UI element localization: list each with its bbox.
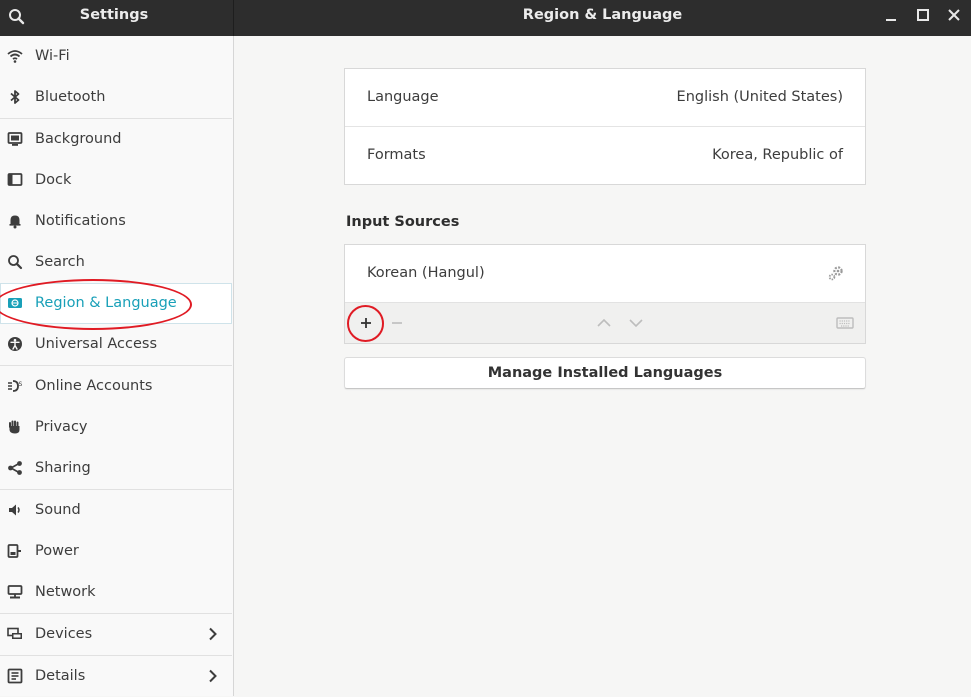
- sidebar: Wi-Fi Bluetooth Background Dock Notifica…: [0, 36, 234, 696]
- universal-access-icon: [8, 337, 22, 351]
- chevron-right-icon: [209, 627, 217, 641]
- details-icon: [7, 668, 23, 684]
- hand-icon: [9, 420, 20, 434]
- devices-icon: [7, 627, 22, 639]
- manage-installed-languages-button[interactable]: Manage Installed Languages: [344, 357, 866, 389]
- network-icon: [7, 585, 23, 599]
- gear-icon[interactable]: [827, 264, 845, 282]
- language-value: English (United States): [676, 89, 843, 105]
- sidebar-item-label: Sound: [35, 502, 81, 518]
- header-bar: Settings Region & Language: [0, 0, 971, 36]
- sidebar-item-network[interactable]: Network: [0, 572, 232, 613]
- formats-label: Formats: [367, 147, 426, 163]
- sidebar-item-label: Devices: [35, 626, 93, 642]
- page-title: Region & Language: [522, 7, 683, 23]
- share-icon: [8, 461, 22, 475]
- app-title: Settings: [79, 7, 149, 23]
- sidebar-item-search[interactable]: Search: [0, 242, 232, 283]
- sidebar-item-sound[interactable]: Sound: [0, 490, 232, 531]
- sidebar-item-universal-access[interactable]: Universal Access: [0, 324, 232, 365]
- background-icon: [7, 132, 23, 146]
- input-sources-panel: Korean (Hangul): [344, 244, 866, 344]
- sidebar-item-label: Search: [35, 254, 85, 270]
- sidebar-item-power[interactable]: Power: [0, 531, 232, 572]
- sidebar-item-label: Power: [35, 543, 79, 559]
- sidebar-item-label: Privacy: [35, 419, 88, 435]
- formats-value: Korea, Republic of: [712, 147, 843, 163]
- sidebar-item-background[interactable]: Background: [0, 119, 232, 160]
- sidebar-item-label: Online Accounts: [35, 378, 153, 394]
- sidebar-item-label: Background: [35, 131, 122, 147]
- close-icon[interactable]: [944, 6, 964, 24]
- bluetooth-icon: [10, 90, 20, 104]
- bell-icon: [9, 215, 21, 229]
- add-icon[interactable]: [356, 313, 376, 333]
- keyboard-icon[interactable]: [835, 313, 855, 333]
- sidebar-item-sharing[interactable]: Sharing: [0, 448, 232, 489]
- sidebar-item-online-accounts[interactable]: S Online Accounts: [0, 366, 232, 407]
- input-source-row[interactable]: Korean (Hangul): [345, 245, 865, 302]
- main-content: Language English (United States) Formats…: [234, 36, 971, 696]
- sidebar-item-label: Dock: [35, 172, 72, 188]
- sidebar-item-label: Details: [35, 668, 86, 684]
- sidebar-item-notifications[interactable]: Notifications: [0, 201, 232, 242]
- svg-text:S: S: [19, 381, 23, 388]
- chevron-right-icon: [209, 669, 217, 683]
- sidebar-item-label: Notifications: [35, 213, 126, 229]
- speaker-icon: [9, 504, 20, 516]
- formats-row[interactable]: Formats Korea, Republic of: [345, 126, 865, 184]
- sidebar-item-dock[interactable]: Dock: [0, 160, 232, 201]
- sidebar-item-label: Wi-Fi: [35, 48, 70, 64]
- online-accounts-icon: S: [8, 380, 23, 392]
- input-source-label: Korean (Hangul): [367, 265, 485, 281]
- language-row[interactable]: Language English (United States): [345, 69, 865, 126]
- maximize-icon[interactable]: [913, 6, 933, 24]
- sidebar-item-privacy[interactable]: Privacy: [0, 407, 232, 448]
- sidebar-item-region-language[interactable]: Region & Language: [0, 283, 232, 324]
- sidebar-item-label: Region & Language: [35, 295, 177, 311]
- power-icon: [7, 544, 21, 558]
- sidebar-header: Settings: [0, 0, 234, 36]
- sidebar-item-bluetooth[interactable]: Bluetooth: [0, 77, 232, 118]
- move-down-icon[interactable]: [626, 313, 646, 333]
- sidebar-item-label: Universal Access: [35, 336, 158, 352]
- sidebar-item-details[interactable]: Details: [0, 656, 232, 697]
- sidebar-item-devices[interactable]: Devices: [0, 614, 232, 655]
- language-label: Language: [367, 89, 439, 105]
- region-language-icon: [8, 298, 22, 308]
- move-up-icon[interactable]: [594, 313, 614, 333]
- sidebar-item-label: Sharing: [35, 460, 91, 476]
- input-sources-toolbar: [345, 302, 865, 343]
- remove-icon[interactable]: [387, 313, 407, 333]
- minimize-icon[interactable]: [881, 6, 901, 24]
- sidebar-item-label: Bluetooth: [35, 89, 106, 105]
- region-panel: Language English (United States) Formats…: [344, 68, 866, 185]
- input-sources-heading: Input Sources: [346, 214, 460, 230]
- search-icon: [8, 255, 23, 270]
- wifi-icon: [7, 50, 23, 63]
- sidebar-item-label: Network: [35, 584, 96, 600]
- dock-icon: [7, 173, 23, 186]
- sidebar-item-wifi[interactable]: Wi-Fi: [0, 36, 232, 77]
- search-icon[interactable]: [8, 8, 26, 26]
